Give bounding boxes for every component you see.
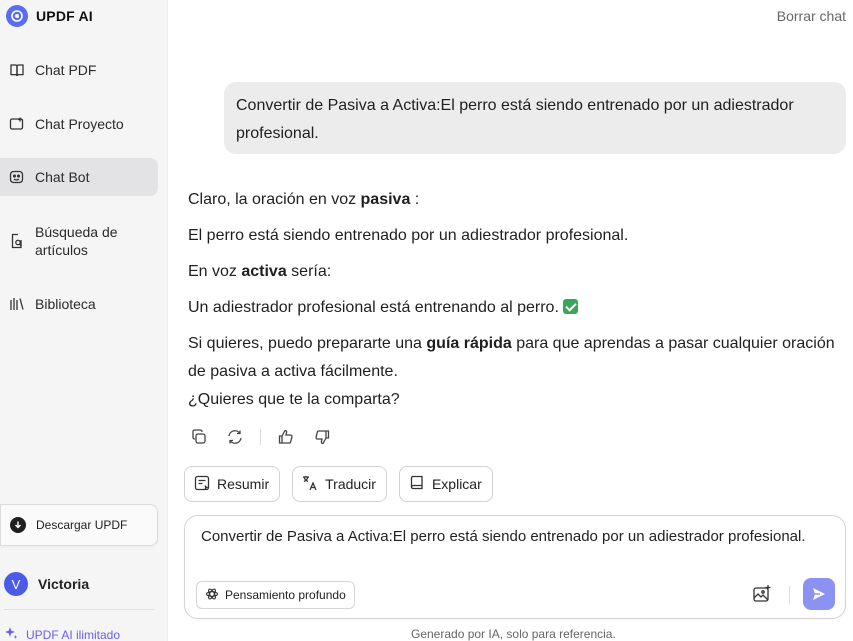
answer-line: El perro está siendo entrenado por un ad…: [188, 227, 629, 244]
deep-thinking-label: Pensamiento profundo: [225, 588, 346, 602]
answer-line: En voz activa sería:: [188, 263, 332, 280]
answer-line: ¿Quieres que te la comparta?: [188, 391, 400, 408]
sidebar-item-label: Chat PDF: [35, 62, 97, 78]
user-message-bubble: Convertir de Pasiva a Activa:El perro es…: [224, 82, 846, 154]
composer-divider: [789, 586, 790, 604]
deep-thinking-toggle[interactable]: Pensamiento profundo: [196, 581, 355, 609]
translate-button[interactable]: Traducir: [292, 466, 387, 502]
answer-line: Si quieres, puedo prepararte una guía rá…: [188, 335, 835, 380]
download-label: Descargar UPDF: [36, 518, 128, 532]
user-profile[interactable]: V Victoria: [4, 572, 89, 596]
sidebar: UPDF AI Chat PDF Chat Proyecto Chat Bot …: [0, 0, 168, 641]
bot-icon: [8, 168, 26, 186]
thumbs-up-icon[interactable]: [275, 426, 297, 448]
message-actions: [188, 426, 333, 448]
sparkle-icon: [4, 626, 18, 641]
brand[interactable]: UPDF AI: [6, 4, 93, 28]
folder-plus-icon: [8, 115, 26, 133]
summarize-button[interactable]: Resumir: [184, 466, 281, 502]
book-open-icon: [8, 61, 26, 79]
regenerate-icon[interactable]: [224, 426, 246, 448]
check-mark-icon: [563, 299, 579, 314]
explain-button[interactable]: Explicar: [398, 466, 493, 502]
library-icon: [8, 295, 26, 313]
clear-chat-button[interactable]: Borrar chat: [777, 8, 846, 24]
doc-search-icon: [8, 232, 26, 250]
answer-line: Un adiestrador profesional está entrenan…: [188, 294, 853, 322]
user-name: Victoria: [38, 576, 90, 592]
book-icon: [408, 474, 426, 495]
image-upload-icon[interactable]: [751, 583, 773, 605]
chat-main: Borrar chat Convertir de Pasiva a Activa…: [168, 0, 853, 641]
sidebar-item-busqueda[interactable]: Búsqueda de artículos: [0, 222, 158, 260]
summarize-label: Resumir: [217, 476, 270, 492]
message-input[interactable]: Convertir de Pasiva a Activa:El perro es…: [201, 528, 806, 545]
sidebar-item-chat-bot[interactable]: Chat Bot: [0, 158, 158, 196]
sidebar-item-chat-pdf[interactable]: Chat PDF: [0, 56, 158, 84]
sidebar-item-chat-proyecto[interactable]: Chat Proyecto: [0, 110, 158, 138]
send-icon: [813, 588, 825, 600]
sidebar-item-label: Chat Proyecto: [35, 116, 124, 132]
translate-label: Traducir: [325, 476, 376, 492]
thumbs-down-icon[interactable]: [311, 426, 333, 448]
assistant-answer: Claro, la oración en voz pasiva : El per…: [188, 186, 853, 414]
translate-icon: [301, 474, 319, 495]
explain-label: Explicar: [431, 476, 482, 492]
download-updf-button[interactable]: Descargar UPDF: [0, 504, 158, 546]
brand-name: UPDF AI: [36, 8, 93, 24]
quick-actions: Resumir Traducir Explicar: [184, 466, 493, 502]
actions-divider: [260, 429, 261, 445]
copy-icon[interactable]: [188, 426, 210, 448]
sidebar-divider: [4, 609, 154, 610]
unlimited-link[interactable]: UPDF AI ilimitado: [4, 626, 120, 641]
answer-line: Claro, la oración en voz pasiva :: [188, 191, 420, 208]
unlimited-label: UPDF AI ilimitado: [26, 627, 121, 641]
disclaimer-text: Generado por IA, solo para referencia.: [411, 627, 616, 641]
updf-logo-icon: [6, 5, 28, 27]
sidebar-item-label: Chat Bot: [35, 169, 90, 185]
download-icon: [10, 517, 26, 533]
sidebar-item-label: Búsqueda de artículos: [35, 224, 118, 258]
atom-icon: [205, 587, 219, 604]
sidebar-item-label: Biblioteca: [35, 296, 96, 312]
sidebar-item-biblioteca[interactable]: Biblioteca: [0, 290, 158, 318]
send-button[interactable]: [803, 578, 835, 610]
avatar: V: [4, 572, 28, 596]
summary-icon: [193, 474, 211, 495]
message-composer: Convertir de Pasiva a Activa:El perro es…: [184, 515, 846, 619]
